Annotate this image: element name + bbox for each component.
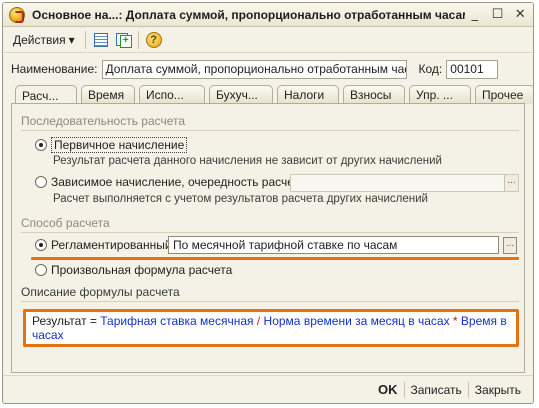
title-bar: Основное на...: Доплата суммой, пропорци…	[3, 3, 533, 27]
close-window-button[interactable]: ✕	[510, 6, 530, 24]
save-button[interactable]: Записать	[405, 380, 468, 400]
formula-divide: /	[253, 314, 264, 328]
formula-equals: =	[86, 314, 101, 328]
close-button[interactable]: Закрыть	[469, 380, 527, 400]
toolbar-divider	[137, 30, 139, 49]
tab-contributions[interactable]: Взносы	[343, 85, 405, 104]
calc-order-field[interactable]: ...	[290, 174, 519, 192]
calc-method-field[interactable]: По месячной тарифной ставке по часам	[168, 236, 499, 254]
formula-result: Результат	[32, 314, 87, 328]
bottom-bar: OK Записать Закрыть	[3, 375, 533, 403]
tab-strip: Расч... Время Испо... Бухуч... Налоги Вз…	[15, 85, 533, 105]
app-logo-icon	[9, 6, 25, 23]
calc-order-select-button[interactable]: ...	[504, 175, 518, 191]
code-label: Код:	[418, 62, 443, 76]
radio-regulated[interactable]: Регламентированный:	[35, 238, 175, 252]
radio-dependent-label: Зависимое начисление, очередность расчет…	[51, 175, 309, 189]
formula-multiply: *	[449, 314, 461, 328]
list-view-button[interactable]	[91, 30, 111, 50]
dialog-window: Основное на...: Доплата суммой, пропорци…	[2, 2, 534, 404]
maximize-button[interactable]: ☐	[488, 6, 508, 24]
name-row: Наименование: Доплата суммой, пропорцион…	[11, 59, 499, 79]
radio-primary-label: Первичное начисление	[51, 137, 188, 153]
radio-primary[interactable]: Первичное начисление	[35, 137, 188, 153]
code-field[interactable]: 00101	[446, 59, 499, 79]
tab-usage[interactable]: Испо...	[139, 85, 205, 104]
help-icon: ?	[145, 31, 162, 48]
tab-time[interactable]: Время	[81, 85, 135, 104]
formula-term-norm: Норма времени за месяц в часах	[263, 314, 450, 328]
radio-dependent[interactable]: Зависимое начисление, очередность расчет…	[35, 175, 309, 189]
list-icon	[93, 32, 108, 47]
section-divider	[21, 130, 519, 131]
help-button[interactable]: ?	[144, 30, 164, 50]
radio-selected-icon	[35, 139, 47, 151]
window-title: Основное на...: Доплата суммой, пропорци…	[32, 7, 465, 22]
tab-accounting[interactable]: Бухуч...	[209, 85, 273, 104]
section-divider	[21, 301, 519, 302]
copy-add-icon	[115, 32, 132, 48]
tab-management[interactable]: Упр. ...	[409, 85, 471, 104]
formula-section-title: Описание формулы расчета	[21, 285, 180, 299]
primary-hint: Результат расчета данного начисления не …	[53, 155, 442, 167]
actions-label: Действия	[13, 32, 66, 47]
copy-new-button[interactable]	[113, 30, 133, 50]
radio-regulated-label: Регламентированный:	[51, 238, 175, 252]
minimize-button[interactable]: _	[465, 6, 485, 24]
name-field[interactable]: Доплата суммой, пропорционально отработа…	[101, 59, 407, 79]
formula-term-rate: Тарифная ставка месячная	[100, 314, 254, 328]
tab-taxes[interactable]: Налоги	[277, 85, 339, 104]
calc-method-select-button[interactable]: ...	[503, 237, 517, 254]
name-label: Наименование:	[11, 62, 98, 76]
actions-menu-button[interactable]: Действия ▾	[7, 31, 81, 49]
chevron-down-icon: ▾	[68, 32, 75, 47]
formula-description: Результат = Тарифная ставка месячная / Н…	[23, 309, 519, 347]
tab-other[interactable]: Прочее	[475, 85, 533, 104]
radio-empty-icon	[35, 264, 47, 276]
radio-custom-label: Произвольная формула расчета	[51, 263, 233, 277]
tab-calculation[interactable]: Расч...	[15, 85, 77, 105]
highlight-underline	[31, 257, 519, 260]
toolbar: Действия ▾ ?	[3, 27, 533, 53]
dependent-hint: Расчет выполняется с учетом результатов …	[53, 193, 428, 205]
radio-custom-formula[interactable]: Произвольная формула расчета	[35, 263, 232, 277]
sequence-section-title: Последовательность расчета	[21, 114, 186, 128]
section-divider	[21, 232, 519, 233]
toolbar-divider	[84, 30, 86, 49]
radio-empty-icon	[35, 176, 47, 188]
radio-selected-icon	[35, 239, 47, 251]
method-section-title: Способ расчета	[21, 216, 110, 230]
ok-button[interactable]: OK	[372, 379, 404, 400]
